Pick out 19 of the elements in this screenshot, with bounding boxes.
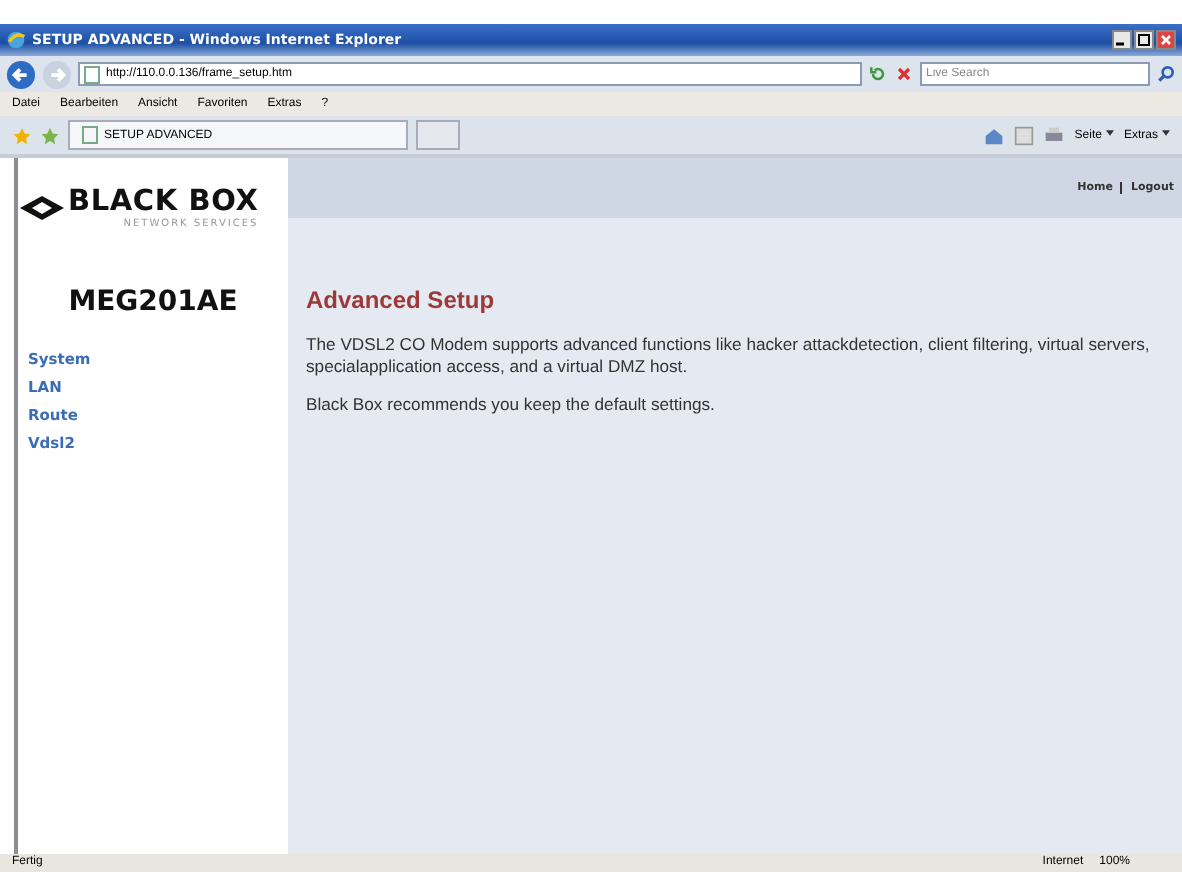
- maximize-button[interactable]: [1134, 30, 1154, 50]
- caret-icon: [1105, 130, 1114, 137]
- minimize-button[interactable]: [1112, 30, 1132, 50]
- paragraph: The VDSL2 CO Modem supports advanced functions like hacker attackdetection, client filtering, virtual servers, specialapplication access, and a virtual DMZ host.: [306, 334, 1152, 376]
- new-tab-button[interactable]: [416, 120, 460, 150]
- star-icon[interactable]: [12, 125, 32, 145]
- stop-icon[interactable]: [894, 64, 914, 84]
- caret-icon: [1162, 130, 1170, 137]
- page-heading: Advanced Setup: [306, 286, 497, 314]
- refresh-icon[interactable]: [868, 64, 888, 84]
- close-button[interactable]: [1156, 30, 1176, 50]
- browser-icon: [6, 30, 26, 50]
- paragraph: Black Box recommends you keep the default settings.: [306, 394, 717, 415]
- back-button[interactable]: [6, 59, 36, 89]
- search-icon[interactable]: [1156, 64, 1176, 84]
- home-icon[interactable]: [984, 125, 1005, 145]
- printer-icon[interactable]: [1044, 125, 1065, 145]
- device-name: MEG201AE: [66, 286, 240, 318]
- logo-name: BLACK BOX: [68, 187, 259, 217]
